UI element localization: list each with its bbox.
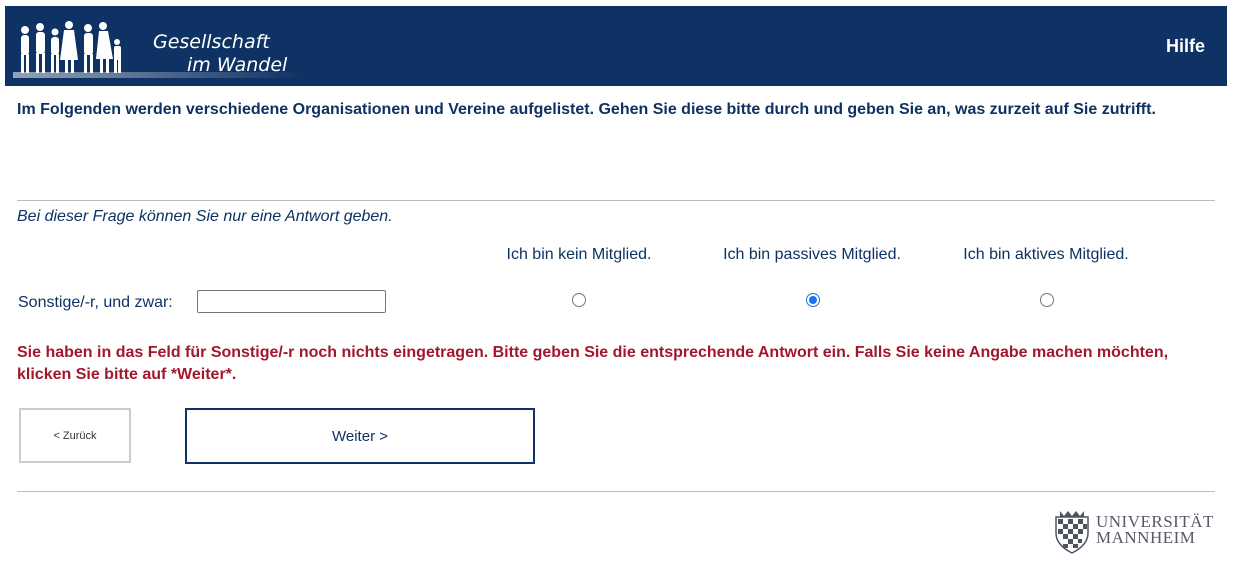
column-header-active-member: Ich bin aktives Mitglied.	[963, 246, 1129, 263]
other-organization-input[interactable]	[197, 290, 386, 313]
answer-hint: Bei dieser Frage können Sie nur eine Ant…	[17, 208, 393, 225]
radio-passive-member[interactable]	[806, 293, 820, 307]
validation-error-message: Sie haben in das Feld für Sonstige/-r no…	[17, 344, 1169, 383]
mannheim-crest-icon	[1055, 511, 1089, 554]
radio-active-member[interactable]	[1040, 293, 1054, 307]
university-name: UNIVERSITÄT MANNHEIM	[1096, 513, 1214, 547]
logo-line-2: im Wandel	[187, 54, 288, 76]
column-header-no-member: Ich bin kein Mitglied.	[506, 246, 652, 263]
logo-line-1: Gesellschaft	[153, 31, 270, 53]
help-link[interactable]: Hilfe	[1166, 36, 1205, 57]
back-button[interactable]: < Zurück	[19, 408, 131, 463]
column-header-passive-member: Ich bin passives Mitglied.	[723, 246, 901, 263]
university-mannheim-logo: UNIVERSITÄT MANNHEIM	[1052, 507, 1217, 555]
divider-top	[17, 200, 1215, 201]
divider-bottom	[17, 491, 1215, 492]
radio-no-member[interactable]	[572, 293, 586, 307]
logo-text: Gesellschaft im Wandel	[153, 31, 287, 77]
next-button[interactable]: Weiter >	[185, 408, 535, 464]
university-line-2: MANNHEIM	[1096, 528, 1196, 547]
gesellschaft-im-wandel-logo: Gesellschaft im Wandel	[13, 16, 313, 86]
header-bar: Gesellschaft im Wandel Hilfe	[5, 6, 1227, 86]
question-intro: Im Folgenden werden verschiedene Organis…	[17, 101, 1156, 118]
other-row-label: Sonstige/-r, und zwar:	[18, 294, 173, 311]
